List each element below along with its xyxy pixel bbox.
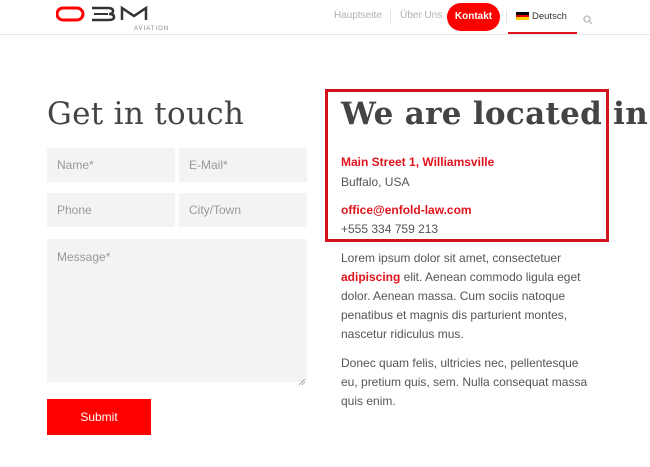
nav-divider bbox=[390, 10, 391, 23]
message-placeholder: Message* bbox=[57, 250, 111, 264]
nav-divider bbox=[506, 10, 507, 23]
email-field[interactable]: E-Mail* bbox=[179, 148, 307, 182]
nav-hauptseite[interactable]: Hauptseite bbox=[334, 10, 382, 21]
get-in-touch-heading: Get in touch bbox=[47, 96, 245, 132]
logo-subtitle: AVIATION bbox=[134, 26, 170, 32]
city-text: Buffalo, USA bbox=[341, 175, 410, 189]
paragraph-bold-link[interactable]: adipiscing bbox=[341, 270, 400, 284]
language-switcher[interactable]: Deutsch bbox=[508, 0, 577, 34]
language-label: Deutsch bbox=[532, 11, 567, 22]
email-link[interactable]: office@enfold-law.com bbox=[341, 203, 472, 217]
paragraph-text: Lorem ipsum dolor sit amet, consectetuer bbox=[341, 251, 562, 265]
name-field[interactable]: Name* bbox=[47, 148, 175, 182]
search-icon[interactable] bbox=[583, 12, 593, 25]
phone-field[interactable]: Phone bbox=[47, 193, 175, 227]
street-address-link[interactable]: Main Street 1, Williamsville bbox=[341, 155, 494, 169]
resize-handle-icon[interactable] bbox=[298, 374, 306, 386]
nav-kontakt-button[interactable]: Kontakt bbox=[447, 3, 500, 31]
nav-ueber-uns[interactable]: Über Uns bbox=[400, 10, 442, 21]
name-placeholder: Name* bbox=[57, 158, 94, 172]
german-flag-icon bbox=[516, 12, 529, 20]
located-in-heading: We are located in bbox=[341, 96, 649, 132]
site-header: AVIATION Hauptseite Über Uns Kontakt Deu… bbox=[0, 0, 650, 35]
city-placeholder: City/Town bbox=[189, 203, 242, 217]
email-placeholder: E-Mail* bbox=[189, 158, 228, 172]
phone-placeholder: Phone bbox=[57, 203, 92, 217]
city-field[interactable]: City/Town bbox=[179, 193, 307, 227]
location-paragraph: Lorem ipsum dolor sit amet, consectetuer… bbox=[341, 249, 596, 344]
obm-logo[interactable]: AVIATION bbox=[56, 6, 168, 32]
submit-button[interactable]: Submit bbox=[47, 399, 151, 435]
phone-text: +555 334 759 213 bbox=[341, 222, 439, 236]
secondary-paragraph: Donec quam felis, ultricies nec, pellent… bbox=[341, 356, 588, 408]
message-field[interactable]: Message* bbox=[47, 239, 307, 386]
